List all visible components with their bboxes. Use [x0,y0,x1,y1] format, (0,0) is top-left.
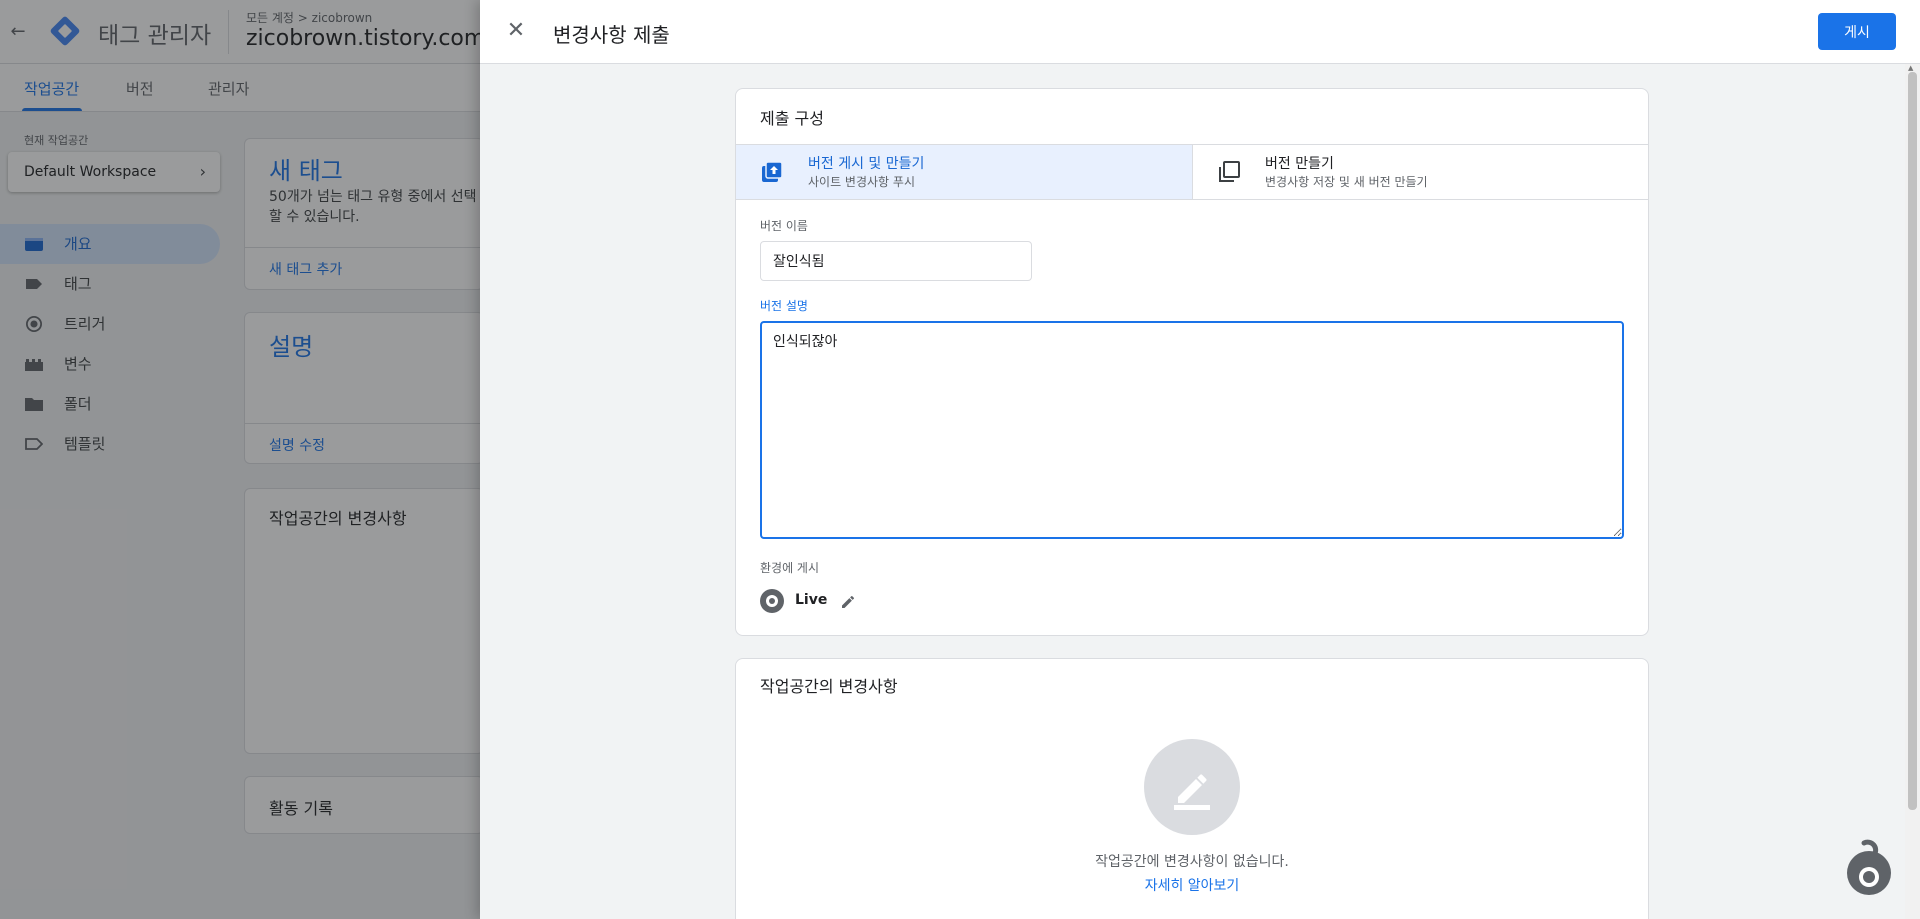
version-description-textarea[interactable]: 인식되잖아 [760,321,1624,539]
scrollbar-thumb[interactable] [1908,72,1917,810]
publish-environment-label: 환경에 게시 [760,561,820,575]
option-subtitle: 변경사항 저장 및 새 버전 만들기 [1265,175,1428,189]
option-title: 버전 만들기 [1265,156,1334,172]
empty-state-illustration [1144,739,1240,835]
learn-more-link[interactable]: 자세히 알아보기 [736,875,1648,895]
environment-name: Live [795,592,828,608]
publish-upload-icon [762,161,783,182]
option-create-version[interactable]: 버전 만들기 변경사항 저장 및 새 버전 만들기 [1192,145,1648,199]
submit-changes-sheet: ✕ 변경사항 제출 게시 제출 구성 버전 게시 및 만들기 사이트 변경사항 … [480,0,1920,919]
workspace-changes-panel: 작업공간의 변경사항 작업공간에 변경사항이 없습니다. 자세히 알아보기 [735,658,1649,919]
environment-icon [760,589,784,613]
version-description-label: 버전 설명 [760,299,808,313]
environment-row: Live [760,589,1060,613]
help-assistant-icon[interactable] [1844,833,1894,899]
option-subtitle: 사이트 변경사항 푸시 [808,175,915,189]
option-publish-and-create[interactable]: 버전 게시 및 만들기 사이트 변경사항 푸시 [736,145,1192,199]
option-title: 버전 게시 및 만들기 [808,156,925,172]
sheet-title: 변경사항 제출 [553,23,670,47]
config-title: 제출 구성 [760,109,824,128]
version-name-label: 버전 이름 [760,219,808,233]
scrollbar[interactable]: ▲ [1905,64,1920,919]
workspace-changes-title: 작업공간의 변경사항 [760,677,898,696]
publish-button[interactable]: 게시 [1818,13,1896,50]
version-name-input[interactable] [760,241,1032,281]
edit-pencil-icon[interactable] [838,591,858,611]
close-icon[interactable]: ✕ [504,20,528,44]
copy-version-icon [1219,161,1240,182]
empty-state-text: 작업공간에 변경사항이 없습니다. [1095,854,1289,870]
pencil-icon [1174,774,1210,810]
submission-options: 버전 게시 및 만들기 사이트 변경사항 푸시 버전 만들기 변경사항 저장 및… [736,144,1648,200]
submission-config-card: 제출 구성 버전 게시 및 만들기 사이트 변경사항 푸시 버전 만들기 변경사… [735,88,1649,636]
sheet-header: ✕ 변경사항 제출 게시 [480,0,1920,64]
scroll-up-arrow-icon[interactable]: ▲ [1908,64,1913,72]
